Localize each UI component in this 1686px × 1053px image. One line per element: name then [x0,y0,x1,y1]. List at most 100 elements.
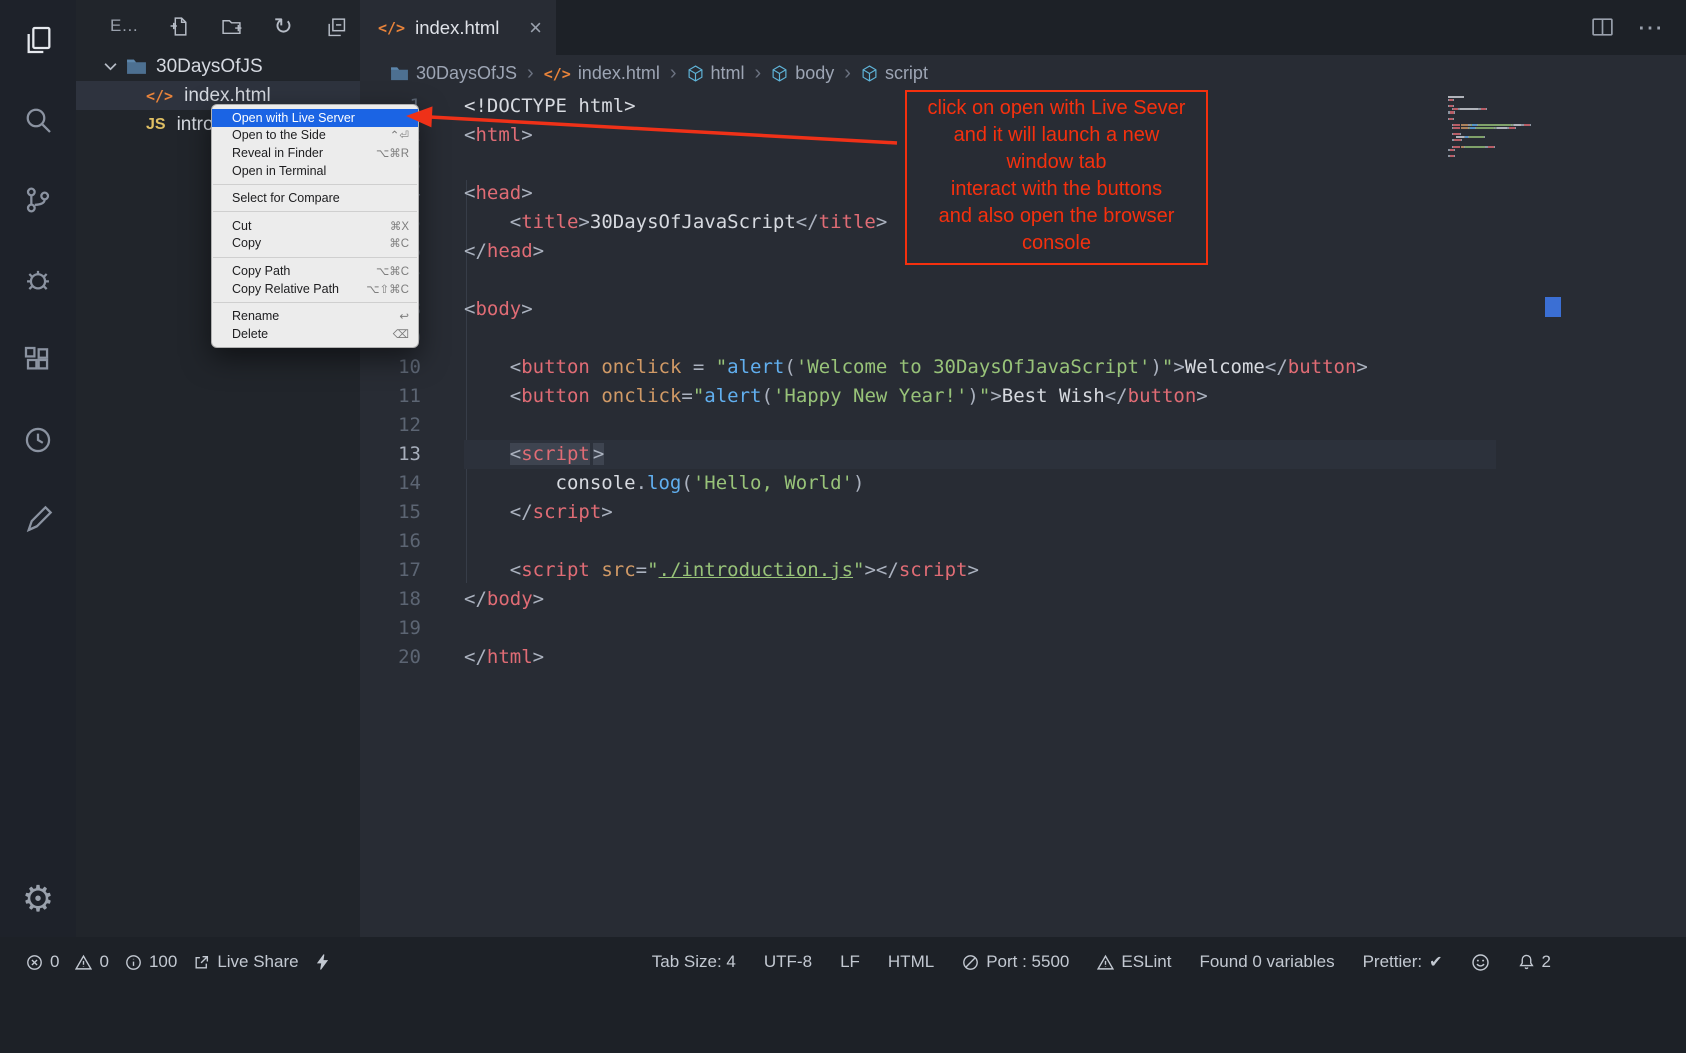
menu-item-open-in-terminal[interactable]: Open in Terminal [212,162,418,180]
html-file-icon: </> [544,65,571,83]
folder-icon [126,58,147,75]
html-file-icon: </> [378,19,405,37]
problems-errors[interactable]: 0 [26,952,59,972]
js-file-icon: JS [146,116,166,134]
breadcrumb-file[interactable]: </> index.html [544,63,660,84]
menu-separator [213,184,417,185]
menu-item-select-for-compare[interactable]: Select for Compare [212,189,418,207]
symbol-cube-icon [687,65,704,82]
eslint-status[interactable]: ESLint [1097,952,1171,972]
code-line-17[interactable]: 17 <script src="./introduction.js"></scr… [360,556,1686,585]
lightning-icon[interactable] [315,953,330,971]
explorer-title: E… [110,16,138,36]
breadcrumb-html[interactable]: html [687,63,745,84]
status-bar: 0 0 100 Live Share Tab Size: 4 UTF-8 LF … [0,937,1686,1053]
code-line-16[interactable]: 16 [360,527,1686,556]
circle-slash-icon [962,954,979,971]
folder-icon [390,66,409,81]
line-number: 12 [360,411,421,440]
vscode-window: ⚙ E… ↻ [0,0,1686,1053]
live-share-button[interactable]: Live Share [193,952,298,972]
code-line-7[interactable]: 7 [360,266,1686,295]
code-line-12[interactable]: 12 [360,411,1686,440]
menu-separator [213,257,417,258]
breadcrumb-folder[interactable]: 30DaysOfJS [390,63,517,84]
close-tab-icon[interactable]: × [529,15,542,41]
line-number: 15 [360,498,421,527]
tab-size-indicator[interactable]: Tab Size: 4 [652,952,736,972]
feedback-smiley[interactable] [1471,953,1490,972]
overview-ruler-marker [1545,297,1561,317]
variables-count[interactable]: Found 0 variables [1199,952,1334,972]
menu-item-reveal-in-finder[interactable]: Reveal in Finder⌥⌘R [212,144,418,162]
menu-item-delete[interactable]: Delete⌫ [212,325,418,343]
refresh-icon[interactable]: ↻ [272,13,294,39]
code-line-9[interactable]: 9 [360,324,1686,353]
split-editor-icon[interactable] [1590,15,1615,40]
extensions-icon[interactable] [0,320,76,400]
code-line-8[interactable]: 8<body> [360,295,1686,324]
code-line-13[interactable]: 13 <script> [360,440,1686,469]
activity-bar: ⚙ [0,0,76,937]
menu-item-rename[interactable]: Rename↩ [212,307,418,325]
line-number: 11 [360,382,421,411]
info-count[interactable]: 100 [125,952,177,972]
code-line-14[interactable]: 14 console.log('Hello, World') [360,469,1686,498]
menu-item-copy[interactable]: Copy⌘C [212,235,418,253]
code-line-19[interactable]: 19 [360,614,1686,643]
breadcrumb-body[interactable]: body [771,63,834,84]
menu-item-copy-relative-path[interactable]: Copy Relative Path⌥⇧⌘C [212,280,418,298]
error-icon [26,954,43,971]
annotation-box: click on open with Live Sever and it wil… [905,90,1208,265]
line-number: 10 [360,353,421,382]
line-number: 18 [360,585,421,614]
breadcrumb-separator: › [844,62,851,85]
notifications-bell[interactable]: 2 [1518,952,1551,972]
menu-item-open-to-the-side[interactable]: Open to the Side⌃⏎ [212,127,418,145]
live-server-port[interactable]: Port : 5500 [962,952,1069,972]
line-number: 16 [360,527,421,556]
status-right: Tab Size: 4 UTF-8 LF HTML Port : 5500 ES… [652,947,1551,977]
code-line-20[interactable]: 20</html> [360,643,1686,672]
check-icon: ✔ [1429,952,1442,972]
problems-warnings[interactable]: 0 [75,952,108,972]
more-actions-icon[interactable]: ⋯ [1637,12,1664,43]
language-mode[interactable]: HTML [888,952,934,972]
status-left: 0 0 100 Live Share [26,947,330,977]
new-folder-icon[interactable] [220,13,242,39]
new-file-icon[interactable] [168,13,190,39]
code-line-15[interactable]: 15 </script> [360,498,1686,527]
search-icon[interactable] [0,80,76,160]
tab-index-html[interactable]: </> index.html × [360,0,556,55]
eol-indicator[interactable]: LF [840,952,860,972]
encoding-indicator[interactable]: UTF-8 [764,952,812,972]
edit-session-icon[interactable] [0,480,76,560]
line-number: 14 [360,469,421,498]
collapse-all-icon[interactable] [324,13,346,39]
context-menu: Open with Live ServerOpen to the Side⌃⏎R… [211,104,419,348]
prettier-status[interactable]: Prettier:✔ [1363,952,1443,972]
source-control-icon[interactable] [0,160,76,240]
breadcrumb-script[interactable]: script [861,63,928,84]
warning-icon [75,954,92,971]
code-line-10[interactable]: 10 <button onclick = "alert('Welcome to … [360,353,1686,382]
menu-item-copy-path[interactable]: Copy Path⌥⌘C [212,262,418,280]
settings-gear-icon[interactable]: ⚙ [0,861,76,937]
breadcrumb-separator: › [527,62,534,85]
tab-label: index.html [415,17,499,39]
breadcrumb: 30DaysOfJS › </> index.html › html › bod… [360,55,1686,92]
explorer-header: E… ↻ [76,0,360,52]
explorer-icon[interactable] [0,0,76,80]
info-icon [125,954,142,971]
menu-item-open-with-live-server[interactable]: Open with Live Server [212,109,418,127]
line-number: 17 [360,556,421,585]
history-icon[interactable] [0,400,76,480]
symbol-cube-icon [861,65,878,82]
minimap[interactable] [1448,96,1540,158]
breadcrumb-separator: › [755,62,762,85]
code-line-11[interactable]: 11 <button onclick="alert('Happy New Yea… [360,382,1686,411]
run-debug-icon[interactable] [0,240,76,320]
menu-item-cut[interactable]: Cut⌘X [212,217,418,235]
tree-root-folder[interactable]: 30DaysOfJS [76,52,360,81]
code-line-18[interactable]: 18</body> [360,585,1686,614]
